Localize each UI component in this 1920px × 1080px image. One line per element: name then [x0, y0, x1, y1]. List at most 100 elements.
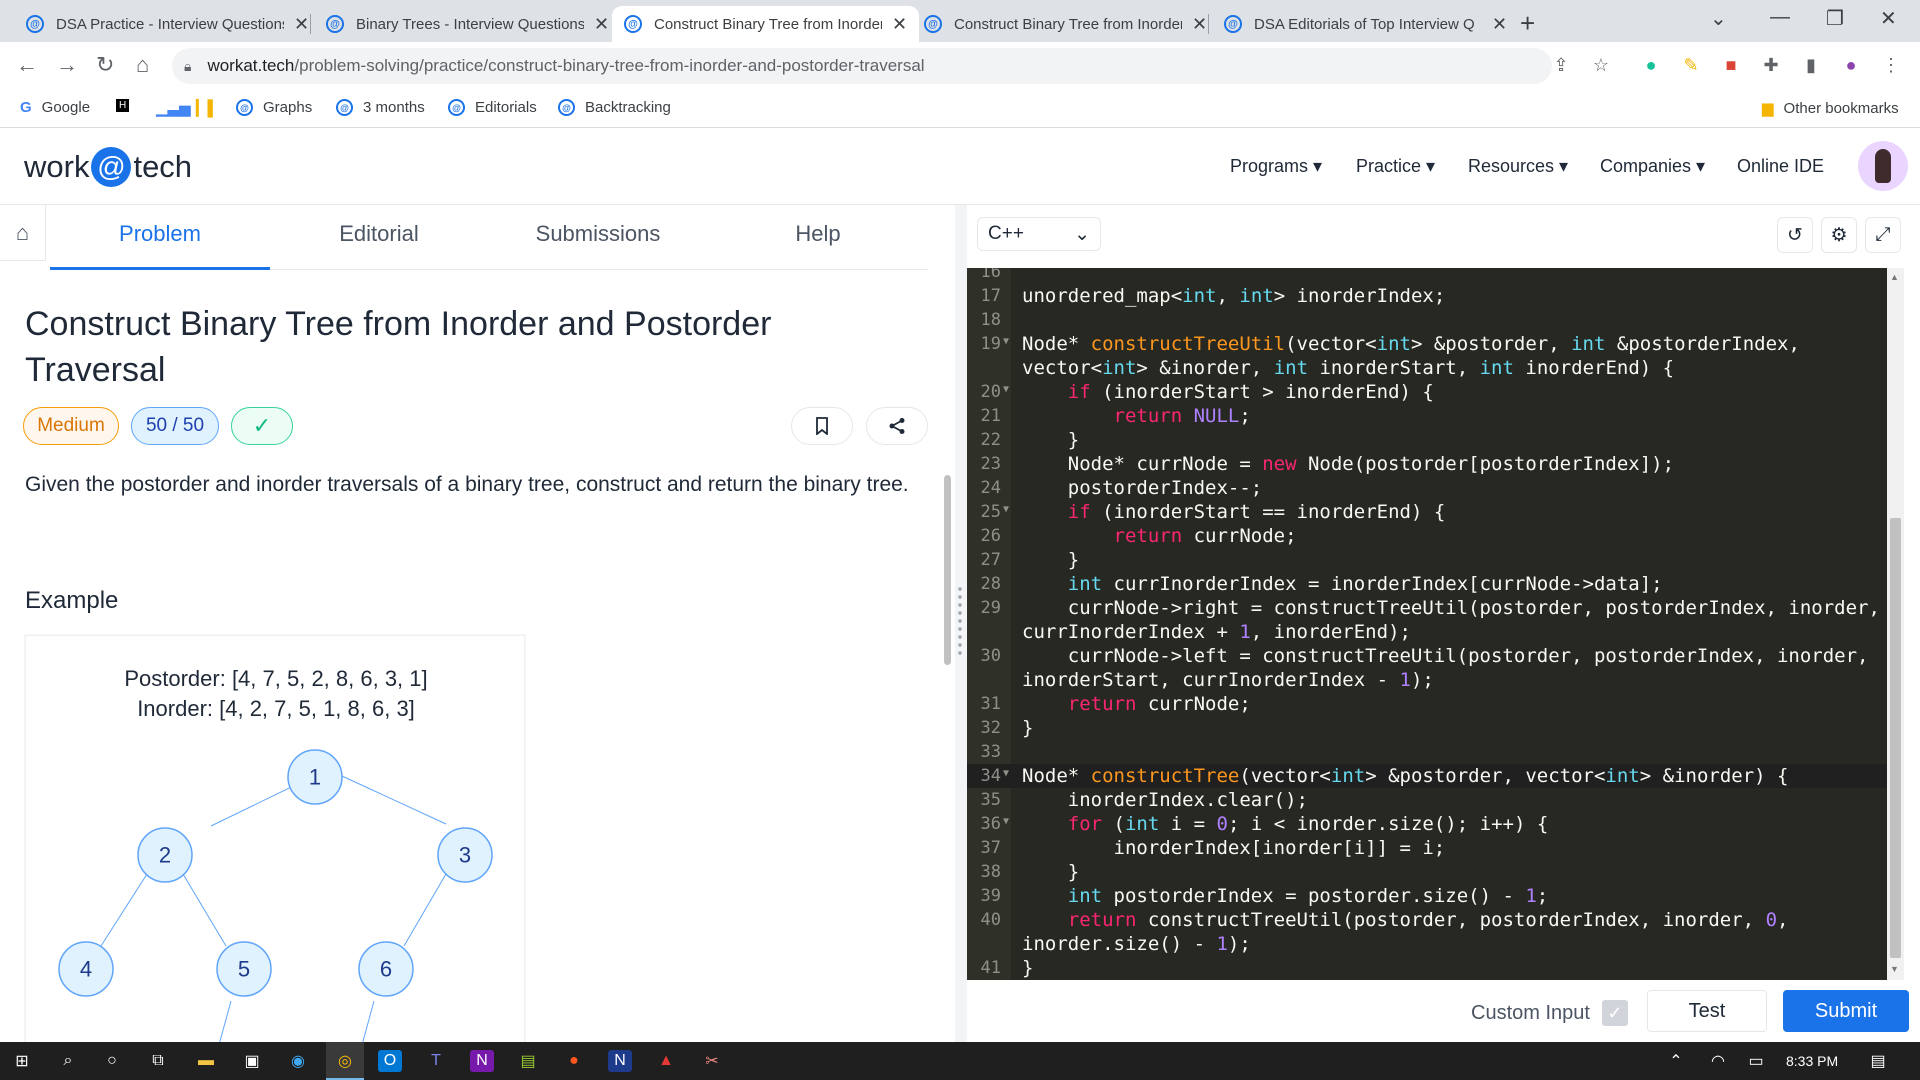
store-icon[interactable]: ▣: [240, 1050, 264, 1072]
profile-avatar-icon[interactable]: ●: [1840, 54, 1862, 76]
user-avatar[interactable]: [1858, 141, 1908, 191]
code-line: 33: [980, 742, 1001, 762]
pane-resize-handle[interactable]: [955, 205, 967, 1042]
acrobat-icon[interactable]: ▲: [654, 1050, 678, 1072]
browser-tab-title: DSA Practice - Interview Questions: [56, 15, 284, 33]
tab-editorial[interactable]: Editorial: [269, 221, 489, 247]
outlook-icon[interactable]: O: [378, 1050, 402, 1072]
scroll-up-arrow-icon[interactable]: ▲: [1890, 272, 1899, 282]
code-line: 35 inorderIndex.clear();: [980, 789, 1308, 811]
close-tab-icon[interactable]: ✕: [892, 14, 907, 35]
code-line: 40 return constructTreeUtil(postorder, p…: [980, 909, 1789, 931]
close-tab-icon[interactable]: ✕: [1192, 14, 1207, 35]
wifi-icon[interactable]: ◠: [1706, 1050, 1730, 1072]
notepad-icon[interactable]: ▤: [516, 1050, 540, 1072]
test-button[interactable]: Test: [1647, 990, 1767, 1032]
chrome-icon[interactable]: ◎: [333, 1050, 357, 1072]
svg-text:5: 5: [238, 957, 250, 982]
browser-tab[interactable]: @ DSA Editorials of Top Interview Q ✕: [1212, 6, 1519, 42]
onenote-icon[interactable]: N: [470, 1050, 494, 1072]
bookmark-google[interactable]: G Google: [20, 99, 90, 116]
forward-arrow-icon[interactable]: →: [56, 52, 78, 78]
bookmark-3-months[interactable]: @ 3 months: [336, 99, 425, 116]
scroll-down-arrow-icon[interactable]: ▼: [1890, 964, 1899, 974]
tab-search-chevron-icon[interactable]: ⌄: [1710, 6, 1727, 31]
code-line: 21 return NULL;: [980, 405, 1251, 427]
code-editor[interactable]: 16 17 unordered_map<int, int> inorderInde…: [967, 268, 1887, 980]
bookmark-editorials[interactable]: @ Editorials: [448, 99, 537, 116]
settings-gear-icon[interactable]: ⚙: [1821, 217, 1857, 253]
share-icon[interactable]: ⇪: [1550, 54, 1572, 76]
minimize-icon[interactable]: —: [1770, 6, 1790, 29]
bookmark-label: Google: [41, 99, 91, 116]
close-tab-icon[interactable]: ✕: [294, 14, 309, 35]
back-arrow-icon[interactable]: ←: [16, 52, 38, 78]
language-select[interactable]: C++ ⌄: [977, 217, 1101, 251]
cortana-circle-icon[interactable]: ○: [100, 1050, 124, 1072]
tab-submissions[interactable]: Submissions: [488, 221, 708, 247]
browser-tab[interactable]: @ Binary Trees - Interview Questions ✕: [314, 6, 621, 42]
other-bookmarks[interactable]: ▆ Other bookmarks: [1762, 99, 1899, 118]
bookmark-hackerrank[interactable]: H: [116, 99, 130, 112]
submit-button[interactable]: Submit: [1783, 990, 1909, 1032]
address-bar-row: ← → ↻ ⌂ 🔒︎ workat.tech/problem-solving/p…: [0, 42, 1920, 90]
new-tab-plus-icon[interactable]: +: [1520, 8, 1535, 39]
extensions-puzzle-icon[interactable]: ✚: [1760, 54, 1782, 76]
notifications-icon[interactable]: ▤: [1866, 1050, 1890, 1072]
task-view-icon[interactable]: ⧉: [146, 1050, 170, 1072]
tab-help[interactable]: Help: [708, 221, 928, 247]
nav-practice[interactable]: Practice ▾: [1356, 156, 1435, 177]
browser-tab[interactable]: @ DSA Practice - Interview Questions ✕: [14, 6, 321, 42]
workattech-logo[interactable]: work @ tech: [24, 147, 192, 187]
bookmark-graphs[interactable]: @ Graphs: [236, 99, 312, 116]
svg-text:2: 2: [159, 843, 171, 868]
search-icon[interactable]: ⌕: [56, 1050, 80, 1072]
scrollbar-thumb[interactable]: [1890, 518, 1901, 958]
home-icon[interactable]: ⌂: [0, 205, 46, 261]
reset-code-icon[interactable]: ↺: [1777, 217, 1813, 253]
nav-companies[interactable]: Companies ▾: [1600, 156, 1705, 177]
highlighter-extension-icon[interactable]: ✎: [1680, 54, 1702, 76]
tab-problem[interactable]: Problem: [50, 221, 270, 247]
nav-resources[interactable]: Resources ▾: [1468, 156, 1568, 177]
browser-tab[interactable]: @ Construct Binary Tree from Inorder ✕: [912, 6, 1219, 42]
home-icon[interactable]: ⌂: [136, 52, 149, 78]
bookmark-star-icon[interactable]: ☆: [1590, 54, 1612, 76]
url-input[interactable]: 🔒︎ workat.tech/problem-solving/practice/…: [172, 48, 1552, 84]
problem-pane-scrollbar[interactable]: [944, 475, 951, 665]
postman-icon[interactable]: ●: [562, 1050, 586, 1072]
snip-tool-icon[interactable]: ✂: [700, 1050, 724, 1072]
windows-start-icon[interactable]: ⊞: [10, 1050, 34, 1072]
n-app-icon[interactable]: N: [608, 1050, 632, 1072]
taskbar-clock[interactable]: 8:33 PM: [1786, 1053, 1838, 1069]
fullscreen-icon[interactable]: ⤢: [1865, 217, 1901, 253]
kebab-menu-icon[interactable]: ⋮: [1880, 54, 1902, 76]
share-icon[interactable]: [866, 407, 928, 445]
battery-icon[interactable]: ▭: [1744, 1050, 1768, 1072]
tree-node-1: 1: [287, 749, 343, 805]
bookmark-backtracking[interactable]: @ Backtracking: [558, 99, 671, 116]
editor-toolbar: C++ ⌄ ↺ ⚙ ⤢: [967, 205, 1920, 268]
custom-input-checkbox[interactable]: ✓: [1601, 1000, 1628, 1026]
restore-icon[interactable]: ❐: [1826, 6, 1844, 31]
tray-chevron-up-icon[interactable]: ⌃: [1664, 1050, 1688, 1072]
tree-node-5: 5: [216, 941, 272, 997]
nav-programs[interactable]: Programs ▾: [1230, 156, 1322, 177]
teams-icon[interactable]: T: [424, 1050, 448, 1072]
side-panel-icon[interactable]: ▮: [1800, 54, 1822, 76]
reload-icon[interactable]: ↻: [96, 52, 114, 78]
close-tab-icon[interactable]: ✕: [1492, 14, 1507, 35]
bookmark-chart[interactable]: ▁▃▅: [156, 99, 191, 117]
nav-online-ide[interactable]: Online IDE: [1737, 156, 1824, 177]
browser-tab-active[interactable]: @ Construct Binary Tree from Inorder ✕: [612, 6, 920, 42]
bookmark-icon[interactable]: [791, 407, 853, 445]
file-explorer-icon[interactable]: ▬: [194, 1050, 218, 1072]
edge-browser-icon[interactable]: ◉: [286, 1050, 310, 1072]
bookmark-analytics[interactable]: ▎▌: [196, 99, 218, 117]
close-tab-icon[interactable]: ✕: [594, 14, 609, 35]
close-window-icon[interactable]: ✕: [1880, 6, 1897, 31]
grammarly-extension-icon[interactable]: ●: [1640, 54, 1662, 76]
colorful-extension-icon[interactable]: ■: [1720, 54, 1742, 76]
editor-scrollbar[interactable]: ▲ ▼: [1887, 268, 1904, 980]
custom-input-toggle[interactable]: Custom Input ✓: [1471, 1000, 1628, 1026]
